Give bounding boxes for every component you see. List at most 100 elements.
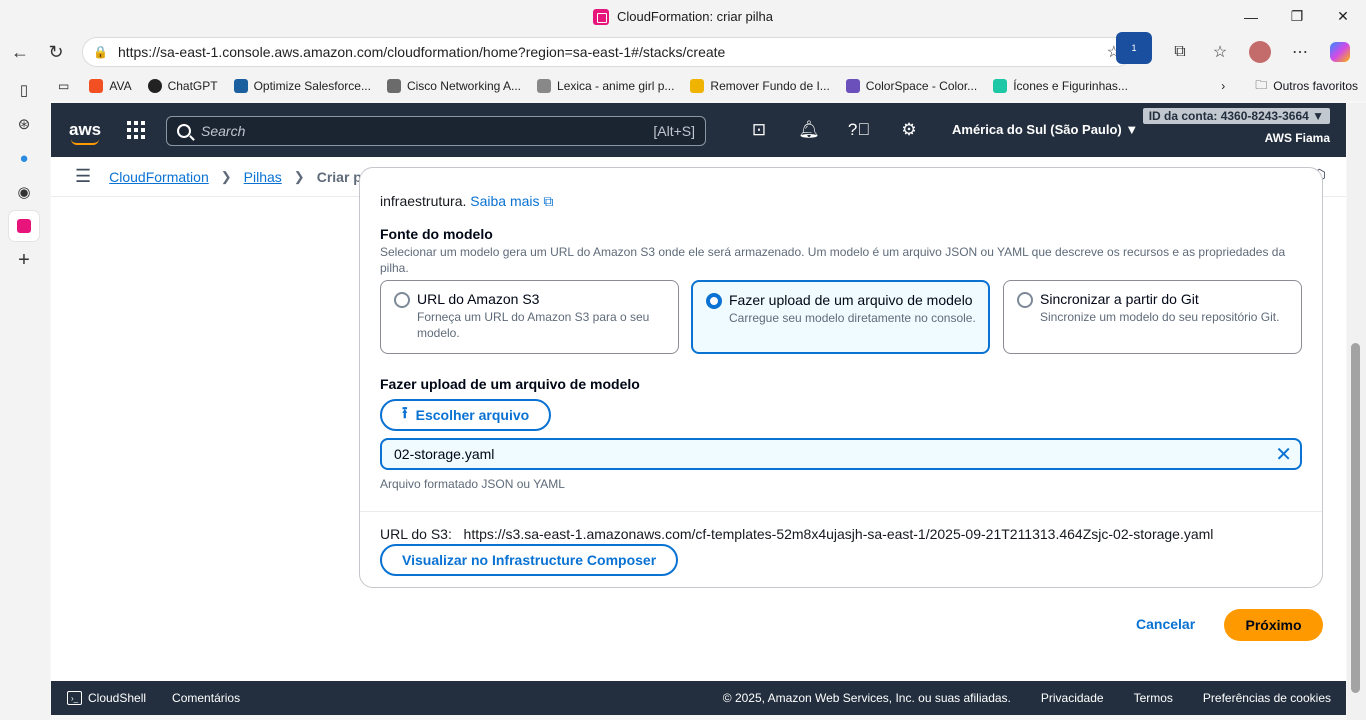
reading-mode-icon[interactable]: ▭ — [58, 79, 69, 93]
s3-url-value: https://s3.sa-east-1.amazonaws.com/cf-te… — [463, 526, 1214, 542]
more-options-icon[interactable]: ⋯ — [1282, 36, 1318, 68]
search-icon — [177, 124, 191, 138]
folder-icon: 🗀 — [1255, 77, 1268, 92]
region-selector[interactable]: América do Sul (São Paulo) ▼ — [952, 122, 1138, 137]
bookmark-ava[interactable]: AVA — [89, 79, 132, 93]
cloudformation-sidebar-icon[interactable] — [9, 211, 39, 241]
option-git-sync[interactable]: Sincronizar a partir do Git Sincronize u… — [1003, 280, 1302, 354]
intro-text-value: infraestrutura. — [380, 193, 467, 209]
browser-toolbar-right: 1 ⧉ ☆ ⋯ — [1116, 32, 1358, 68]
cancel-button[interactable]: Cancelar — [1136, 616, 1195, 632]
learn-more-label: Saiba mais — [470, 193, 540, 209]
template-source-heading: Fonte do modelo — [380, 226, 493, 242]
terms-link[interactable]: Termos — [1134, 691, 1173, 705]
bookmark-cisco[interactable]: Cisco Networking A... — [386, 79, 522, 93]
bookmark-salesforce[interactable]: Optimize Salesforce... — [233, 79, 371, 93]
view-composer-label: Visualizar no Infrastructure Composer — [402, 552, 657, 568]
template-source-description: Selecionar um modelo gera um URL do Amaz… — [380, 245, 1286, 275]
aws-top-nav: aws Search [Alt+S] ⊡ 🔔︎ ?⃝ ⚙ América do … — [51, 103, 1346, 157]
flaticon-icon — [993, 79, 1008, 93]
browser-sidebar: ▯ ⊛ ● ◉ + — [0, 71, 50, 720]
drop-sidebar-icon[interactable]: ● — [9, 143, 39, 173]
bookmark-removebg[interactable]: Remover Fundo de I... — [690, 79, 830, 93]
bookmark-label: Ícones e Figurinhas... — [1013, 79, 1128, 93]
extension-badge-icon[interactable]: 1 — [1116, 32, 1158, 68]
bookmark-lexica[interactable]: Lexica - anime girl p... — [537, 79, 674, 93]
choose-file-label: Escolher arquivo — [415, 407, 530, 423]
add-sidebar-icon[interactable]: + — [9, 245, 39, 275]
extensions-puzzle-icon[interactable]: ⧉ — [1162, 36, 1198, 68]
cloudshell-icon: ›_ — [67, 691, 82, 705]
other-favorites-folder[interactable]: 🗀 Outros favoritos — [1255, 76, 1358, 97]
file-format-hint: Arquivo formatado JSON ou YAML — [380, 477, 565, 491]
profile-avatar[interactable] — [1242, 36, 1278, 68]
option-upload-file[interactable]: Fazer upload de um arquivo de modelo Car… — [691, 280, 990, 354]
scrollbar-thumb[interactable] — [1351, 343, 1360, 693]
help-icon[interactable]: ?⃝ — [841, 116, 877, 144]
learn-more-link[interactable]: Saiba mais ⧉ — [470, 193, 553, 209]
settings-gear-icon[interactable]: ⚙ — [891, 116, 927, 144]
panel-divider — [360, 511, 1322, 512]
close-window-icon[interactable]: ✕ — [1320, 0, 1366, 33]
cloudshell-icon[interactable]: ⊡ — [741, 116, 777, 144]
notifications-bell-icon[interactable]: 🔔︎ — [791, 116, 827, 144]
aws-logo[interactable]: aws — [69, 120, 101, 145]
github-sidebar-icon[interactable]: ◉ — [9, 177, 39, 207]
cloudformation-favicon-icon — [592, 8, 609, 25]
lexica-icon — [537, 79, 552, 93]
breadcrumb-pilhas[interactable]: Pilhas — [244, 169, 282, 185]
breadcrumb-cloudformation[interactable]: CloudFormation — [109, 169, 209, 185]
favorites-icon[interactable]: ☆ — [1202, 36, 1238, 68]
cookie-preferences-link[interactable]: Preferências de cookies — [1203, 691, 1331, 705]
bookmark-label: AVA — [109, 79, 132, 93]
bookmark-flaticon[interactable]: Ícones e Figurinhas... — [993, 79, 1128, 93]
extension-badge-count: 1 — [1116, 32, 1152, 64]
maximize-icon[interactable]: ❐ — [1274, 0, 1320, 33]
reload-icon[interactable]: ↻ — [38, 36, 74, 68]
choose-file-button[interactable]: ⭱ Escolher arquivo — [380, 399, 552, 431]
tab-actions-icon[interactable]: ▯ — [9, 75, 39, 105]
page-scrollbar[interactable] — [1347, 103, 1366, 720]
view-composer-button[interactable]: Visualizar no Infrastructure Composer — [380, 544, 679, 576]
breadcrumb: CloudFormation ❯ Pilhas ❯ Criar pilha — [109, 169, 386, 185]
bookmark-chatgpt[interactable]: ChatGPT — [147, 79, 218, 93]
feedback-link[interactable]: Comentários — [172, 691, 240, 705]
bookmarks-overflow: › 🗀 Outros favoritos — [1221, 76, 1358, 97]
option-description: Forneça um URL do Amazon S3 para o seu m… — [417, 310, 650, 340]
cloudshell-footer-button[interactable]: ›_ CloudShell — [67, 691, 146, 705]
cisco-icon — [386, 79, 401, 93]
option-s3-url[interactable]: URL do Amazon S3 Forneça um URL do Amazo… — [380, 280, 679, 354]
minimize-icon[interactable]: — — [1228, 0, 1274, 33]
chevron-right-icon[interactable]: › — [1221, 79, 1225, 93]
address-bar[interactable]: 🔒 https://sa-east-1.console.aws.amazon.c… — [82, 37, 1132, 67]
chevron-right-icon: ❯ — [293, 168, 305, 184]
radio-upload-file[interactable] — [706, 293, 722, 309]
menu-hamburger-icon[interactable]: ☰ — [75, 166, 91, 187]
site-info-icon[interactable]: 🔒 — [93, 45, 108, 59]
tab-title[interactable]: CloudFormation: criar pilha — [592, 8, 773, 25]
radio-s3-url[interactable] — [394, 292, 410, 308]
account-id-badge[interactable]: ID da conta: 4360-8243-3664 ▼ — [1142, 108, 1330, 124]
browser-titlebar: CloudFormation: criar pilha — ❐ ✕ — [0, 0, 1366, 33]
bookmark-colorspace[interactable]: ColorSpace - Color... — [845, 79, 978, 93]
selected-file-name: 02-storage.yaml — [394, 446, 495, 462]
main-content: infraestrutura. Saiba mais ⧉ Fonte do mo… — [51, 167, 1346, 681]
radio-git-sync[interactable] — [1017, 292, 1033, 308]
external-link-icon: ⧉ — [543, 193, 554, 209]
bookmark-label: Cisco Networking A... — [406, 79, 522, 93]
remove-file-icon[interactable]: ✕ — [1275, 442, 1292, 467]
bookmark-label: Remover Fundo de I... — [710, 79, 830, 93]
upload-heading: Fazer upload de um arquivo de modelo — [380, 376, 640, 392]
next-button[interactable]: Próximo — [1224, 609, 1323, 641]
option-description: Carregue seu modelo diretamente no conso… — [729, 311, 976, 325]
back-icon[interactable]: ← — [2, 36, 38, 68]
chatgpt-sidebar-icon[interactable]: ⊛ — [9, 109, 39, 139]
bookmark-label: ChatGPT — [167, 79, 218, 93]
bookmark-label: ColorSpace - Color... — [865, 79, 978, 93]
privacy-link[interactable]: Privacidade — [1041, 691, 1104, 705]
search-input[interactable]: Search [Alt+S] — [166, 116, 706, 146]
account-username[interactable]: AWS Fiama — [1265, 131, 1330, 145]
s3-url-row: URL do S3: https://s3.sa-east-1.amazonaw… — [380, 526, 1213, 542]
copilot-icon[interactable] — [1322, 36, 1358, 68]
services-grid-icon[interactable] — [127, 121, 146, 139]
